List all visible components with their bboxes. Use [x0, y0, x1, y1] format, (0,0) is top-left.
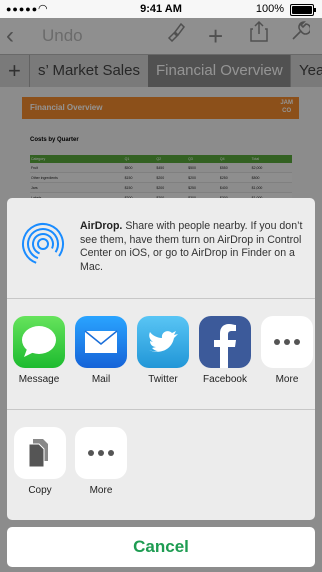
facebook-icon[interactable] [199, 316, 251, 368]
app-label: Message [18, 374, 60, 385]
action-copy[interactable]: Copy [8, 427, 72, 496]
share-app-more[interactable]: More [255, 316, 315, 385]
action-more[interactable]: More [69, 427, 133, 496]
airdrop-icon[interactable] [18, 219, 68, 269]
battery-percent: 100% [255, 3, 284, 15]
share-app-message[interactable]: Message [7, 316, 71, 385]
share-app-twitter[interactable]: Twitter [131, 316, 195, 385]
battery-icon [290, 4, 316, 16]
more-icon[interactable] [75, 427, 127, 479]
action-label: More [89, 485, 113, 496]
share-sheet: AirDrop. Share with people nearby. If yo… [7, 198, 315, 520]
copy-icon[interactable] [14, 427, 66, 479]
status-bar: ●●●●● ◠ 9:41 AM 100% [0, 0, 322, 18]
app-label: More [275, 374, 299, 385]
airdrop-description: AirDrop. Share with people nearby. If yo… [80, 220, 312, 274]
cancel-button[interactable]: Cancel [7, 527, 315, 567]
action-label: Copy [28, 485, 52, 496]
airdrop-title: AirDrop. [80, 220, 123, 232]
app-label: Mail [91, 374, 111, 385]
message-icon[interactable] [13, 316, 65, 368]
app-label: Facebook [203, 374, 247, 385]
share-app-facebook[interactable]: Facebook [193, 316, 257, 385]
twitter-icon[interactable] [137, 316, 189, 368]
divider [7, 409, 315, 410]
app-label: Twitter [148, 374, 178, 385]
share-app-mail[interactable]: Mail [69, 316, 133, 385]
divider [7, 298, 315, 299]
more-icon[interactable] [261, 316, 313, 368]
mail-icon[interactable] [75, 316, 127, 368]
